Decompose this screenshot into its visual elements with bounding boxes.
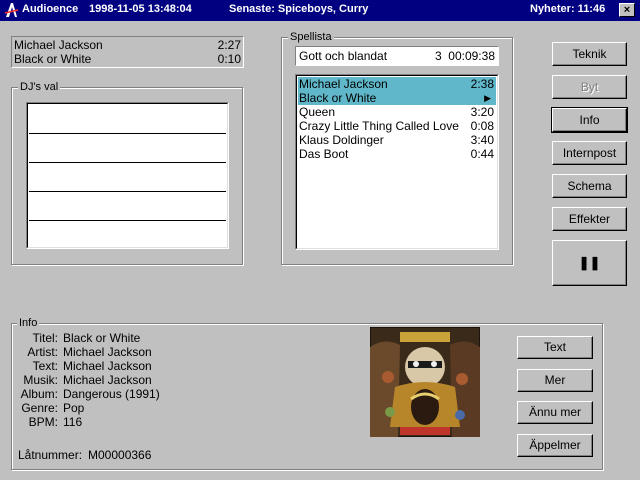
info-key-row: Artist:	[0, 345, 58, 359]
now-playing-remaining: 2:27	[217, 38, 241, 52]
now-playing-elapsed: 0:10	[217, 52, 241, 66]
schema-button[interactable]: Schema	[552, 174, 627, 198]
info-value-genre: Pop	[63, 401, 85, 415]
app-logo-icon	[4, 3, 19, 17]
teknik-button-label: Teknik	[572, 47, 607, 61]
info-key: Album:	[20, 387, 58, 401]
info-value-album: Dangerous (1991)	[63, 387, 160, 401]
mer-button-label: Mer	[544, 373, 566, 387]
playlist-item[interactable]: Crazy Little Thing Called Love 0:08	[296, 119, 498, 133]
playlist-item-title: Crazy Little Thing Called Love	[299, 119, 459, 133]
pause-icon: ❚❚	[578, 255, 601, 270]
info-key-row: Album:	[0, 387, 58, 401]
playlist-item[interactable]: Black or White ▶	[296, 91, 498, 105]
mer-button[interactable]: Mer	[517, 369, 593, 392]
playlist-group-label: Spellista	[288, 31, 334, 43]
info-key-row: Musik:	[0, 373, 58, 387]
playlist-item-time: 2:38	[470, 77, 494, 91]
close-icon: ×	[623, 4, 631, 16]
dj-list-frame	[27, 103, 228, 248]
playlist-name: Gott och blandat	[299, 49, 388, 63]
track-number-label: Låtnummer:	[18, 448, 83, 462]
now-playing-artist: Michael Jackson	[14, 38, 103, 52]
info-value-bpm: 116	[63, 415, 83, 429]
playlist-item-title: Queen	[299, 105, 336, 119]
text-button[interactable]: Text	[517, 336, 593, 359]
album-cover-image	[370, 327, 480, 437]
playlist-item-title: Michael Jackson	[299, 77, 388, 91]
playlist-item-time: 3:40	[470, 133, 494, 147]
playlist-item[interactable]: Das Boot 0:44	[296, 147, 498, 161]
play-indicator-icon: ▶	[484, 93, 491, 103]
byt-button-label: Byt	[580, 80, 599, 94]
playlist-item[interactable]: Michael Jackson 2:38	[296, 77, 498, 91]
appelmer-button-label: Äppelmer	[529, 438, 581, 452]
dj-group-label: DJ's val	[18, 81, 61, 93]
info-key: Text:	[32, 359, 58, 373]
info-key: Artist:	[27, 345, 58, 359]
close-button[interactable]: ×	[619, 3, 635, 17]
info-value-music: Michael Jackson	[63, 373, 152, 387]
latest-display: Senaste: Spiceboys, Curry	[229, 3, 369, 15]
info-key: Titel:	[32, 331, 58, 345]
playlist-count: 3	[435, 49, 442, 63]
playlist-item-title: Klaus Doldinger	[299, 133, 384, 147]
info-key-row: Titel:	[0, 331, 58, 345]
playlist-selector[interactable]: Gott och blandat 3 00:09:38	[295, 46, 499, 66]
info-key-row: Genre:	[0, 401, 58, 415]
dj-slot-divider	[29, 191, 226, 192]
info-key: Musik:	[23, 373, 58, 387]
playlist-item-time: 3:20	[470, 105, 494, 119]
playlist-item-time: 0:44	[470, 147, 494, 161]
news-display: Nyheter: 11:46	[530, 3, 606, 15]
playlist-list[interactable]: Michael Jackson 2:38 Black or White ▶ Qu…	[295, 74, 499, 250]
playlist-item[interactable]: Queen 3:20	[296, 105, 498, 119]
pause-button[interactable]: ❚❚	[552, 240, 627, 286]
info-button-label: Info	[579, 113, 600, 127]
info-value-lyrics: Michael Jackson	[63, 359, 152, 373]
schema-button-label: Schema	[567, 179, 612, 193]
now-playing-box: Michael Jackson 2:27 Black or White 0:10	[11, 36, 244, 68]
playlist-item-time: 0:08	[470, 119, 494, 133]
track-number-value: M00000366	[88, 448, 152, 462]
info-button[interactable]: Info	[551, 107, 628, 133]
dj-slot-divider	[29, 220, 226, 221]
annu-mer-button-label: Ännu mer	[528, 405, 582, 419]
info-key: Genre:	[21, 401, 58, 415]
title-bar[interactable]: Audioence 1998-11-05 13:48:04 Senaste: S…	[0, 0, 640, 21]
now-playing-row: Black or White 0:10	[12, 52, 243, 66]
playlist-item[interactable]: Klaus Doldinger 3:40	[296, 133, 498, 147]
effekter-button-label: Effekter	[568, 212, 611, 226]
info-value-title: Black or White	[63, 331, 141, 345]
playlist-item-title: Black or White	[299, 91, 377, 105]
text-button-label: Text	[543, 340, 566, 354]
now-playing-title: Black or White	[14, 52, 92, 66]
now-playing-row: Michael Jackson 2:27	[12, 38, 243, 52]
internpost-button[interactable]: Internpost	[552, 141, 627, 165]
info-key: BPM:	[28, 415, 58, 429]
internpost-button-label: Internpost	[562, 146, 617, 160]
annu-mer-button[interactable]: Ännu mer	[517, 401, 593, 424]
dj-list[interactable]	[26, 102, 229, 249]
datetime-display: 1998-11-05 13:48:04	[89, 3, 192, 15]
effekter-button[interactable]: Effekter	[552, 207, 627, 231]
byt-button[interactable]: Byt	[552, 75, 627, 99]
dj-slot-divider	[29, 133, 226, 134]
appelmer-button[interactable]: Äppelmer	[517, 434, 593, 457]
teknik-button[interactable]: Teknik	[552, 42, 627, 66]
info-value-artist: Michael Jackson	[63, 345, 152, 359]
info-key-row: Text:	[0, 359, 58, 373]
info-group-label: Info	[17, 317, 40, 329]
info-key-row: BPM:	[0, 415, 58, 429]
playlist-duration: 00:09:38	[448, 49, 495, 63]
playlist-item-title: Das Boot	[299, 147, 349, 161]
app-name: Audioence	[22, 3, 79, 15]
playlist-selector-row: Gott och blandat 3 00:09:38	[296, 49, 498, 63]
dj-slot-divider	[29, 162, 226, 163]
